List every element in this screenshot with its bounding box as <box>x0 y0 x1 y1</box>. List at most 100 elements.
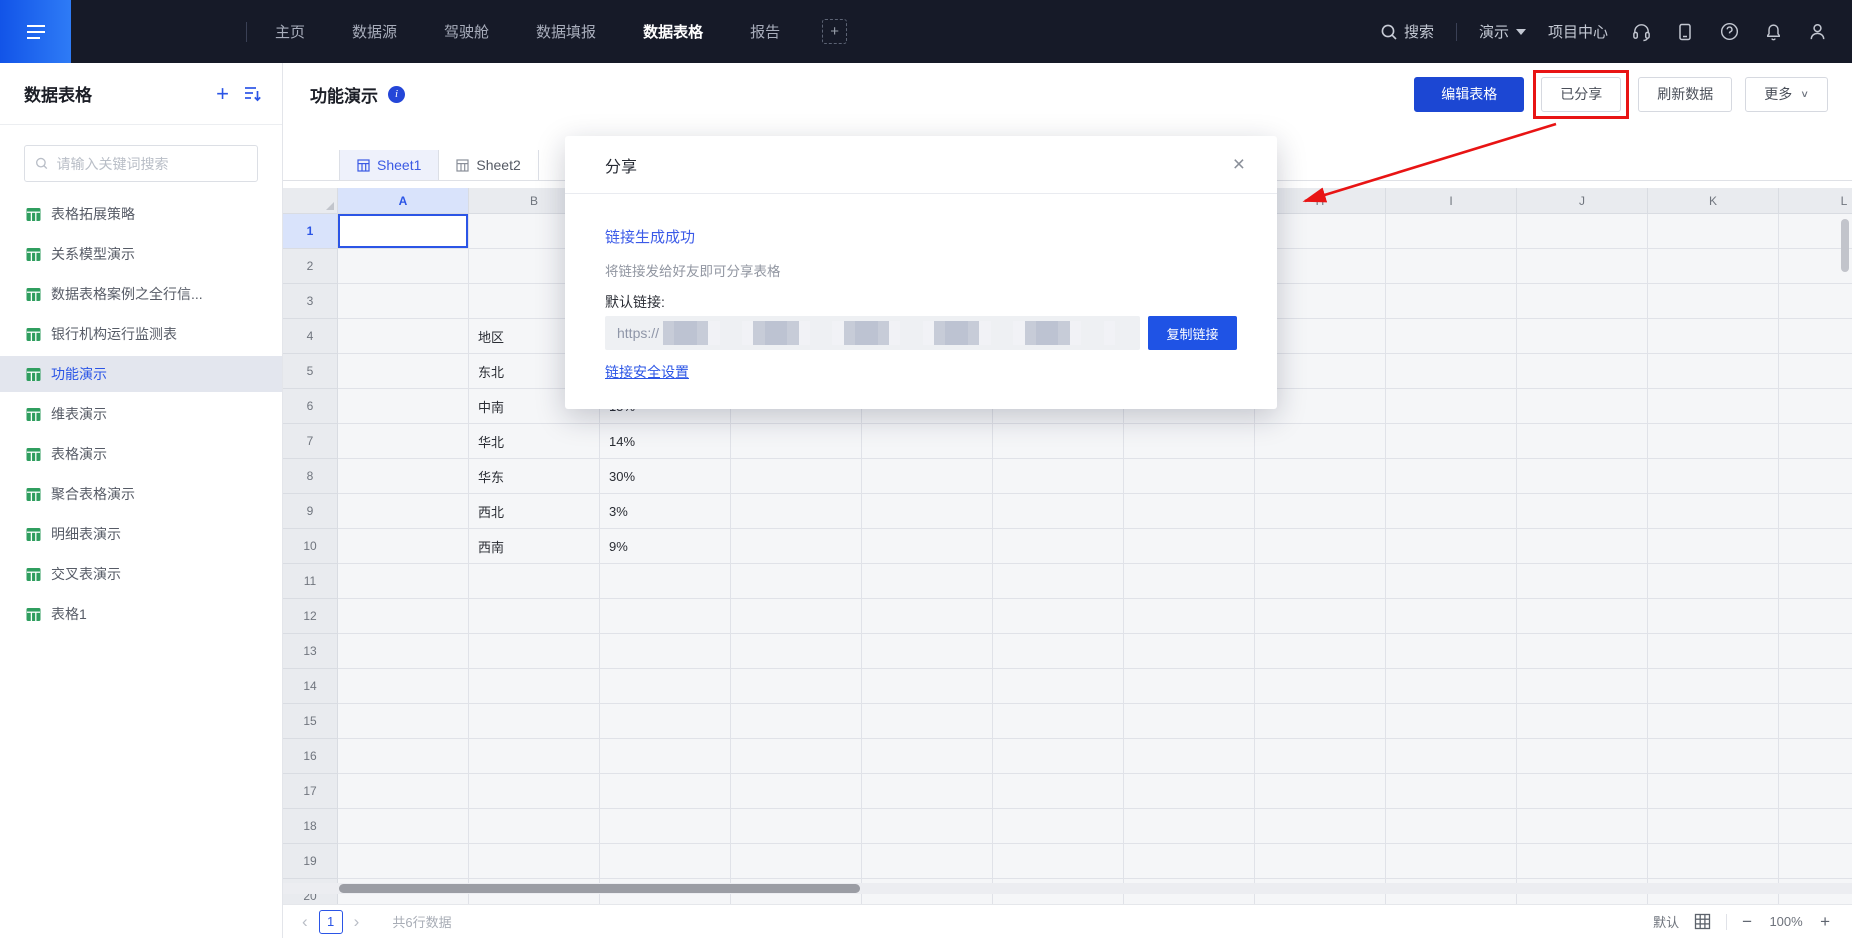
horizontal-scrollbar[interactable] <box>339 884 860 893</box>
cell-D8[interactable] <box>731 459 862 494</box>
global-search-button[interactable]: 搜索 <box>1380 21 1434 42</box>
cell-C13[interactable] <box>600 634 731 669</box>
cell-I5[interactable] <box>1386 354 1517 389</box>
cell-A4[interactable] <box>338 319 469 354</box>
cell-I3[interactable] <box>1386 284 1517 319</box>
cell-G12[interactable] <box>1124 599 1255 634</box>
cell-H7[interactable] <box>1255 424 1386 459</box>
nav-item-报告[interactable]: 报告 <box>750 21 780 42</box>
cell-I11[interactable] <box>1386 564 1517 599</box>
cell-H15[interactable] <box>1255 704 1386 739</box>
share-url-field[interactable]: https:// <box>605 316 1140 350</box>
row-header-13[interactable]: 13 <box>283 634 338 669</box>
cell-D17[interactable] <box>731 774 862 809</box>
cell-H18[interactable] <box>1255 809 1386 844</box>
zoom-in-button[interactable]: + <box>1820 912 1830 932</box>
cell-J16[interactable] <box>1517 739 1648 774</box>
info-icon[interactable]: i <box>388 86 405 103</box>
copy-link-button[interactable]: 复制链接 <box>1148 316 1237 350</box>
select-all-corner[interactable] <box>283 188 338 214</box>
cell-J9[interactable] <box>1517 494 1648 529</box>
cell-F16[interactable] <box>993 739 1124 774</box>
cell-B13[interactable] <box>469 634 600 669</box>
sort-list-icon[interactable] <box>243 84 262 103</box>
cell-L18[interactable] <box>1779 809 1852 844</box>
close-icon[interactable]: × <box>1233 154 1245 175</box>
cell-H12[interactable] <box>1255 599 1386 634</box>
cell-H9[interactable] <box>1255 494 1386 529</box>
help-button[interactable] <box>1718 21 1740 43</box>
sidebar-item-功能演示[interactable]: 功能演示 <box>0 356 282 392</box>
cell-I19[interactable] <box>1386 844 1517 879</box>
cell-B18[interactable] <box>469 809 600 844</box>
cell-H17[interactable] <box>1255 774 1386 809</box>
cell-C10[interactable]: 9% <box>600 529 731 564</box>
row-header-18[interactable]: 18 <box>283 809 338 844</box>
cell-L4[interactable] <box>1779 319 1852 354</box>
cell-K2[interactable] <box>1648 249 1779 284</box>
cell-D18[interactable] <box>731 809 862 844</box>
cell-A6[interactable] <box>338 389 469 424</box>
cell-J17[interactable] <box>1517 774 1648 809</box>
cell-D9[interactable] <box>731 494 862 529</box>
tab-sheet2[interactable]: Sheet2 <box>439 150 538 180</box>
link-security-settings-link[interactable]: 链接安全设置 <box>605 362 689 382</box>
cell-L5[interactable] <box>1779 354 1852 389</box>
cell-C18[interactable] <box>600 809 731 844</box>
row-header-12[interactable]: 12 <box>283 599 338 634</box>
cell-K16[interactable] <box>1648 739 1779 774</box>
cell-G15[interactable] <box>1124 704 1255 739</box>
refresh-data-button[interactable]: 刷新数据 <box>1638 77 1732 112</box>
cell-H16[interactable] <box>1255 739 1386 774</box>
project-center-link[interactable]: 项目中心 <box>1548 21 1608 42</box>
nav-item-主页[interactable]: 主页 <box>275 21 305 42</box>
cell-G9[interactable] <box>1124 494 1255 529</box>
cell-B8[interactable]: 华东 <box>469 459 600 494</box>
cell-B19[interactable] <box>469 844 600 879</box>
cell-B9[interactable]: 西北 <box>469 494 600 529</box>
cell-L15[interactable] <box>1779 704 1852 739</box>
cell-H13[interactable] <box>1255 634 1386 669</box>
cell-K6[interactable] <box>1648 389 1779 424</box>
cell-A9[interactable] <box>338 494 469 529</box>
cell-B17[interactable] <box>469 774 600 809</box>
cell-A17[interactable] <box>338 774 469 809</box>
cell-G19[interactable] <box>1124 844 1255 879</box>
cell-E16[interactable] <box>862 739 993 774</box>
sidebar-item-银行机构运行监测表[interactable]: 银行机构运行监测表 <box>0 316 282 352</box>
cell-J18[interactable] <box>1517 809 1648 844</box>
column-header-K[interactable]: K <box>1648 188 1779 214</box>
cell-I4[interactable] <box>1386 319 1517 354</box>
more-button[interactable]: 更多 ∨ <box>1745 77 1828 112</box>
cell-D19[interactable] <box>731 844 862 879</box>
hamburger-menu-button[interactable] <box>0 0 71 63</box>
next-page-button[interactable]: › <box>347 912 367 932</box>
cell-D10[interactable] <box>731 529 862 564</box>
cell-J4[interactable] <box>1517 319 1648 354</box>
cell-H8[interactable] <box>1255 459 1386 494</box>
cell-J14[interactable] <box>1517 669 1648 704</box>
cell-G11[interactable] <box>1124 564 1255 599</box>
cell-J12[interactable] <box>1517 599 1648 634</box>
edit-table-button[interactable]: 编辑表格 <box>1414 77 1524 112</box>
cell-A15[interactable] <box>338 704 469 739</box>
row-header-4[interactable]: 4 <box>283 319 338 354</box>
cell-L19[interactable] <box>1779 844 1852 879</box>
cell-H10[interactable] <box>1255 529 1386 564</box>
cell-E11[interactable] <box>862 564 993 599</box>
cell-J15[interactable] <box>1517 704 1648 739</box>
cell-H11[interactable] <box>1255 564 1386 599</box>
cell-I1[interactable] <box>1386 214 1517 249</box>
cell-E7[interactable] <box>862 424 993 459</box>
cell-L17[interactable] <box>1779 774 1852 809</box>
cell-E12[interactable] <box>862 599 993 634</box>
cell-D7[interactable] <box>731 424 862 459</box>
cell-J8[interactable] <box>1517 459 1648 494</box>
cell-G10[interactable] <box>1124 529 1255 564</box>
cell-F18[interactable] <box>993 809 1124 844</box>
cell-A1[interactable] <box>338 214 469 249</box>
sidebar-search-input[interactable] <box>56 156 247 172</box>
cell-K5[interactable] <box>1648 354 1779 389</box>
row-header-1[interactable]: 1 <box>283 214 338 249</box>
row-header-15[interactable]: 15 <box>283 704 338 739</box>
